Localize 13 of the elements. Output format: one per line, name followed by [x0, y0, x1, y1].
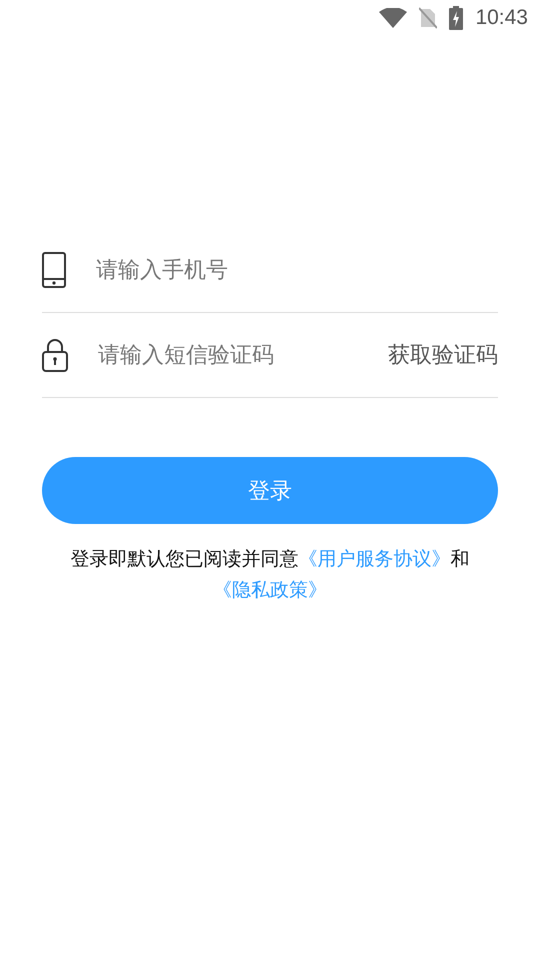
login-button[interactable]: 登录 — [42, 457, 498, 524]
phone-icon — [42, 252, 66, 288]
battery-charging-icon — [449, 6, 464, 30]
agreement-text: 登录即默认您已阅读并同意《用户服务协议》和 《隐私政策》 — [70, 547, 470, 603]
service-agreement-link[interactable]: 《用户服务协议》 — [298, 548, 450, 570]
phone-field[interactable]: 请输入手机号 — [96, 250, 498, 290]
get-code-button[interactable]: 获取验证码 — [388, 340, 498, 370]
privacy-policy-link[interactable]: 《隐私政策》 — [213, 579, 327, 601]
lock-icon — [42, 338, 68, 372]
code-field[interactable]: 请输入短信验证码 — [98, 335, 388, 375]
wifi-icon — [379, 8, 408, 28]
status-time: 10:43 — [475, 6, 528, 30]
no-sim-icon — [419, 7, 438, 29]
